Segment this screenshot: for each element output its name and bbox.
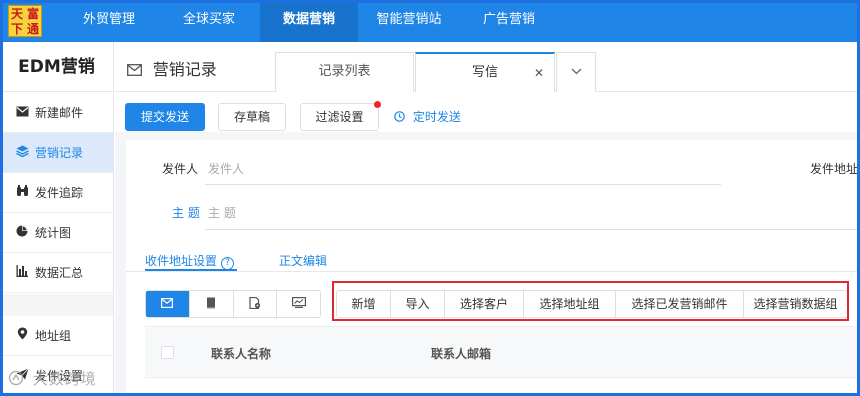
recipient-source-switch	[145, 290, 321, 318]
chevron-down-icon	[571, 64, 582, 79]
add-button[interactable]: 新增	[337, 291, 391, 317]
sidebar-item-marketing-records[interactable]: 营销记录	[0, 133, 113, 173]
subject-input[interactable]: 主 题	[208, 204, 236, 221]
page-title: 营销记录	[127, 56, 217, 80]
logo-char: 富	[26, 6, 39, 21]
scheduled-send-link[interactable]: 定时发送	[394, 108, 461, 125]
chart-source-button[interactable]	[277, 291, 320, 317]
subject-label: 主 题	[172, 206, 200, 220]
page-title-text: 营销记录	[152, 60, 217, 79]
brand-logo[interactable]: 天 富 下 通	[8, 5, 42, 37]
subtab-divider	[126, 271, 860, 272]
sender-input-underline	[205, 184, 721, 185]
tab-recipient-settings[interactable]: 收件地址设置?	[145, 252, 235, 270]
sidebar-item-label: 地址组	[35, 329, 72, 343]
column-contact-name: 联系人名称	[211, 347, 272, 361]
sidebar-item-label: 营销记录	[35, 146, 84, 160]
envelope-icon	[161, 297, 174, 311]
watermark-text: 大数跨境	[32, 370, 97, 388]
tab-more-dropdown[interactable]	[556, 52, 596, 92]
submit-send-button[interactable]: 提交发送	[125, 103, 205, 131]
tab-compose-label: 写信	[471, 65, 498, 80]
sidebar-item-label: 发件追踪	[35, 186, 84, 200]
sidebar-divider	[0, 294, 113, 316]
recipient-action-group: 新增 导入 选择客户 选择地址组 选择已发营销邮件 选择营销数据组	[336, 290, 848, 318]
nav-smart-marketing-site[interactable]: 智能营销站	[362, 0, 456, 42]
scheduled-send-label: 定时发送	[412, 110, 461, 124]
close-icon[interactable]: ✕	[534, 54, 544, 92]
sidebar-title: EDM营销	[0, 42, 113, 92]
top-navbar: 天 富 下 通 外贸管理 全球买家 数据营销 智能营销站 广告营销	[0, 0, 860, 42]
sender-address-label: 发件地址	[810, 162, 859, 176]
map-pin-icon	[15, 316, 29, 356]
sidebar-item-label: 统计图	[35, 226, 72, 240]
select-marketing-data-group-button[interactable]: 选择营销数据组	[744, 291, 847, 317]
sidebar-item-send-tracking[interactable]: 发件追踪	[0, 173, 113, 213]
clock-icon	[394, 110, 413, 124]
subject-input-underline	[205, 229, 860, 230]
mail-source-button[interactable]	[146, 291, 190, 317]
monitor-chart-icon	[291, 297, 306, 311]
book-icon	[206, 297, 216, 312]
tab-body-editor[interactable]: 正文编辑	[279, 252, 327, 269]
tab-recipient-settings-label: 收件地址设置	[145, 254, 218, 268]
nav-foreign-trade[interactable]: 外贸管理	[62, 0, 156, 42]
active-subtab-indicator	[145, 269, 237, 271]
bar-chart-icon	[15, 253, 29, 293]
select-sent-emails-button[interactable]: 选择已发营销邮件	[616, 291, 744, 317]
filter-settings-button[interactable]: 过滤设置	[300, 101, 381, 131]
column-contact-email: 联系人邮箱	[431, 347, 492, 361]
select-customer-button[interactable]: 选择客户	[445, 291, 524, 317]
sidebar-item-data-summary[interactable]: 数据汇总	[0, 253, 113, 293]
logo-char: 下	[10, 21, 23, 36]
sidebar-item-address-group[interactable]: 地址组	[0, 316, 113, 356]
tab-record-list[interactable]: 记录列表	[275, 52, 414, 92]
contact-book-source-button[interactable]	[190, 291, 234, 317]
file-settings-icon	[249, 296, 261, 312]
sidebar-item-statistics-chart[interactable]: 统计图	[0, 213, 113, 253]
import-button[interactable]: 导入	[391, 291, 445, 317]
nav-data-marketing[interactable]: 数据营销	[260, 0, 358, 42]
nav-ad-marketing[interactable]: 广告营销	[462, 0, 556, 42]
envelope-outline-icon	[127, 61, 147, 79]
sidebar-item-label: 数据汇总	[35, 266, 84, 280]
sender-input[interactable]: 发件人	[208, 160, 244, 177]
nav-global-buyers[interactable]: 全球买家	[162, 0, 256, 42]
sidebar: EDM营销 新建邮件 营销记录 发件追踪 统计图 数据汇总 地址组 发件设置	[0, 42, 114, 396]
select-address-group-button[interactable]: 选择地址组	[524, 291, 616, 317]
notification-dot	[374, 101, 381, 108]
sidebar-item-label: 新建邮件	[35, 106, 84, 120]
file-source-button[interactable]	[234, 291, 278, 317]
sender-label: 发件人	[162, 162, 199, 176]
watermark: 大数跨境	[8, 368, 97, 389]
filter-settings-label: 过滤设置	[315, 110, 364, 124]
recipient-table-header: 联系人名称 联系人邮箱	[145, 326, 860, 378]
layers-icon	[15, 133, 29, 173]
logo-char: 天	[10, 6, 23, 21]
sidebar-item-new-email[interactable]: 新建邮件	[0, 93, 113, 133]
binoculars-icon	[15, 173, 29, 213]
envelope-icon	[15, 93, 29, 133]
page-header: 营销记录 记录列表 写信 ✕	[115, 42, 860, 92]
pie-chart-icon	[15, 213, 29, 253]
tab-compose[interactable]: 写信 ✕	[415, 52, 555, 92]
logo-char: 通	[26, 21, 39, 36]
watermark-logo-icon	[8, 370, 33, 388]
select-all-checkbox[interactable]	[161, 346, 174, 359]
save-draft-button[interactable]: 存草稿	[218, 103, 286, 131]
